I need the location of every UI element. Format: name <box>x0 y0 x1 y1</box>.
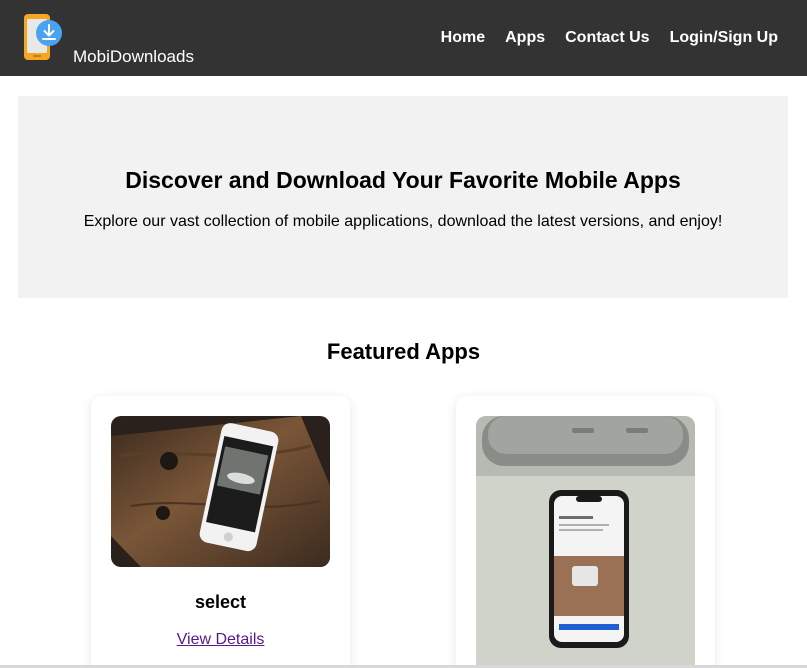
main-nav: Home Apps Contact Us Login/Sign Up <box>441 28 778 48</box>
nav-contact-us[interactable]: Contact Us <box>565 28 649 48</box>
app-card <box>456 396 715 668</box>
nav-login-signup[interactable]: Login/Sign Up <box>670 28 778 48</box>
app-name: select <box>194 592 247 612</box>
app-card: select View Details <box>91 396 350 668</box>
phone-on-table-image <box>111 416 330 567</box>
nav-apps[interactable]: Apps <box>505 28 545 48</box>
brand-name[interactable]: MobiDownloads <box>73 47 194 67</box>
hero-subtitle: Explore our vast collection of mobile ap… <box>83 213 723 230</box>
hero-section: Discover and Download Your Favorite Mobi… <box>18 96 788 298</box>
hero-title: Discover and Download Your Favorite Mobi… <box>125 167 681 193</box>
app-image <box>476 416 695 668</box>
nav-home[interactable]: Home <box>441 28 485 48</box>
phone-download-icon[interactable] <box>22 13 64 61</box>
featured-apps-title: Featured Apps <box>326 339 481 364</box>
site-header: MobiDownloads Home Apps Contact Us Login… <box>0 0 807 76</box>
phone-under-speaker-image <box>476 416 695 668</box>
view-details-link[interactable]: View Details <box>91 630 350 650</box>
app-image <box>111 416 330 567</box>
